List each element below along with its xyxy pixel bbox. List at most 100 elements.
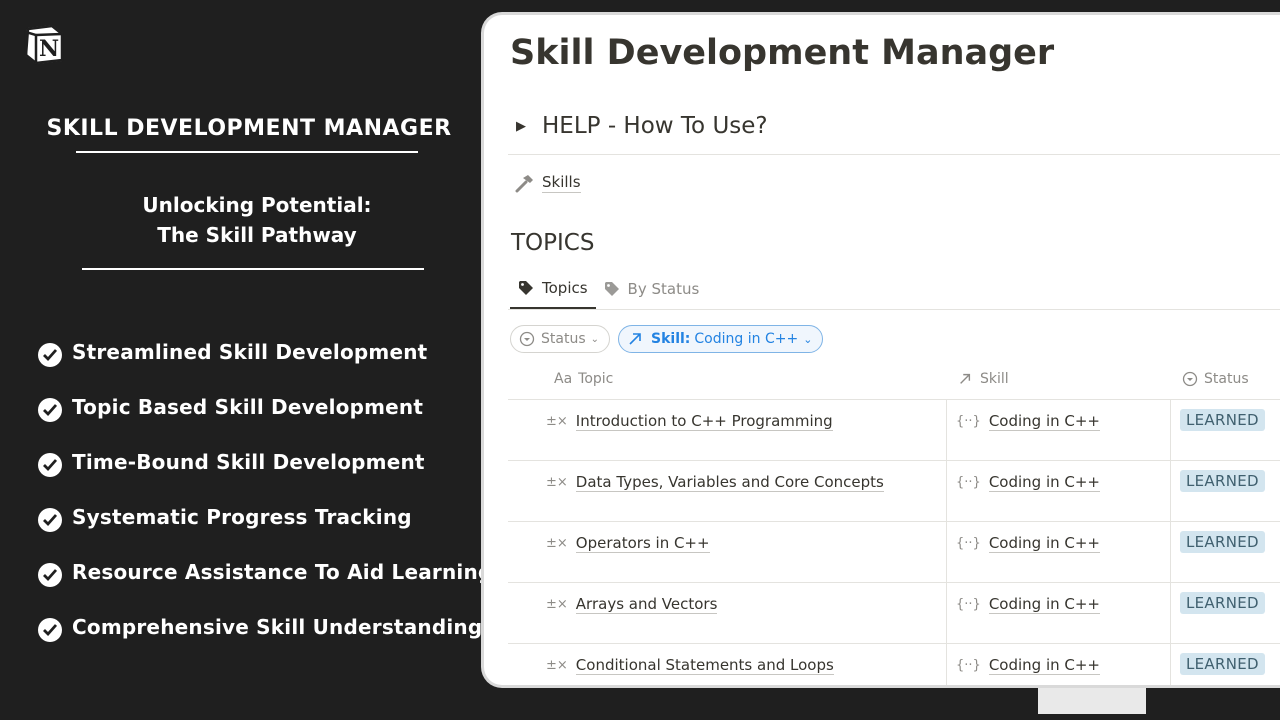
topic-cell[interactable]: ±× Operators in C++ bbox=[546, 534, 710, 553]
skill-cell[interactable]: {··} Coding in C++ bbox=[956, 656, 1101, 675]
status-circle-icon bbox=[519, 331, 535, 347]
skills-link-label: Skills bbox=[542, 173, 581, 193]
status-circle-icon bbox=[1182, 371, 1198, 387]
skill-filter-key: Skill: bbox=[651, 331, 691, 347]
skill-name: Coding in C++ bbox=[988, 473, 1101, 492]
title-divider bbox=[76, 151, 418, 153]
chevron-down-icon: ⌄ bbox=[590, 333, 600, 345]
hammer-icon bbox=[515, 175, 533, 193]
status-filter[interactable]: Status ⌄ bbox=[510, 325, 611, 353]
tab-by-status[interactable]: By Status bbox=[596, 277, 708, 309]
feature-label: Topic Based Skill Development bbox=[72, 395, 424, 419]
relation-arrow-icon bbox=[629, 333, 641, 345]
feature-item: Topic Based Skill Development bbox=[38, 395, 492, 450]
status-badge[interactable]: LEARNED bbox=[1180, 409, 1265, 431]
check-circle-icon bbox=[38, 618, 62, 642]
code-braces-icon: {··} bbox=[956, 536, 981, 551]
feature-label: Streamlined Skill Development bbox=[72, 340, 428, 364]
code-braces-icon: {··} bbox=[956, 658, 981, 673]
formula-icon: ±× bbox=[546, 414, 568, 429]
column-header-label: Status bbox=[1204, 371, 1249, 387]
topic-cell[interactable]: ±× Arrays and Vectors bbox=[546, 595, 718, 614]
status-filter-label: Status bbox=[541, 331, 586, 347]
status-badge[interactable]: LEARNED bbox=[1180, 653, 1265, 675]
skill-filter-value: Coding in C++ bbox=[694, 331, 799, 347]
feature-item: Comprehensive Skill Understanding bbox=[38, 615, 492, 670]
column-header-label: Skill bbox=[980, 371, 1009, 387]
feature-label: Comprehensive Skill Understanding bbox=[72, 615, 483, 639]
svg-text:N: N bbox=[39, 36, 59, 62]
check-circle-icon bbox=[38, 508, 62, 532]
formula-icon: ±× bbox=[546, 597, 568, 612]
topic-title: Introduction to C++ Programming bbox=[575, 412, 833, 431]
table-row[interactable]: ±× Operators in C++ {··} Coding in C++ LEA… bbox=[484, 522, 1280, 583]
table-row[interactable]: ±× Arrays and Vectors {··} Coding in C++ L… bbox=[484, 583, 1280, 644]
code-braces-icon: {··} bbox=[956, 414, 981, 429]
check-circle-icon bbox=[38, 398, 62, 422]
topic-title: Arrays and Vectors bbox=[575, 595, 718, 614]
column-header-status[interactable]: Status bbox=[1182, 371, 1249, 387]
table-row[interactable]: ±× Conditional Statements and Loops {··} C… bbox=[484, 644, 1280, 685]
feature-label: Resource Assistance To Aid Learning bbox=[72, 560, 493, 584]
tab-label: By Status bbox=[627, 280, 700, 298]
feature-list: Streamlined Skill Development Topic Base… bbox=[38, 340, 492, 670]
topic-title: Conditional Statements and Loops bbox=[575, 656, 834, 675]
topic-cell[interactable]: ±× Conditional Statements and Loops bbox=[546, 656, 834, 675]
formula-icon: ±× bbox=[546, 658, 568, 673]
check-circle-icon bbox=[38, 453, 62, 477]
page-divider bbox=[508, 154, 1280, 155]
filter-bar: Status ⌄ Skill: Coding in C++ ⌄ bbox=[510, 325, 831, 353]
skill-cell[interactable]: {··} Coding in C++ bbox=[956, 534, 1101, 553]
skill-name: Coding in C++ bbox=[988, 595, 1101, 614]
notion-logo-icon: N bbox=[24, 24, 64, 65]
feature-item: Systematic Progress Tracking bbox=[38, 505, 492, 560]
column-header-skill[interactable]: Skill bbox=[958, 371, 1009, 387]
status-badge[interactable]: LEARNED bbox=[1180, 470, 1265, 492]
topic-title: Operators in C++ bbox=[575, 534, 710, 553]
topic-cell[interactable]: ±× Data Types, Variables and Core Concept… bbox=[546, 473, 884, 492]
skill-cell[interactable]: {··} Coding in C++ bbox=[956, 412, 1101, 431]
tagline-line-2: The Skill Pathway bbox=[157, 223, 357, 247]
skill-cell[interactable]: {··} Coding in C++ bbox=[956, 595, 1101, 614]
app-screenshot: Skill Development Manager ▶ HELP - How To… bbox=[484, 15, 1280, 685]
topic-cell[interactable]: ±× Introduction to C++ Programming bbox=[546, 412, 833, 431]
check-circle-icon bbox=[38, 563, 62, 587]
toggle-triangle-icon[interactable]: ▶ bbox=[516, 119, 526, 134]
code-braces-icon: {··} bbox=[956, 475, 981, 490]
chevron-down-icon: ⌄ bbox=[803, 332, 813, 346]
promo-tagline: Unlocking Potential: The Skill Pathway bbox=[44, 190, 470, 250]
feature-label: Systematic Progress Tracking bbox=[72, 505, 412, 529]
skill-filter[interactable]: Skill: Coding in C++ ⌄ bbox=[618, 325, 824, 353]
tabs-divider bbox=[508, 309, 1280, 310]
feature-label: Time-Bound Skill Development bbox=[72, 450, 425, 474]
skill-name: Coding in C++ bbox=[988, 412, 1101, 431]
tab-label: Topics bbox=[542, 279, 588, 297]
column-header-topic[interactable]: Aa Topic bbox=[554, 371, 613, 387]
feature-item: Time-Bound Skill Development bbox=[38, 450, 492, 505]
code-braces-icon: {··} bbox=[956, 597, 981, 612]
tab-topics[interactable]: Topics bbox=[510, 277, 596, 309]
status-badge[interactable]: LEARNED bbox=[1180, 531, 1265, 553]
column-header-label: Topic bbox=[578, 371, 614, 387]
skill-name: Coding in C++ bbox=[988, 656, 1101, 675]
skills-page-link[interactable]: Skills bbox=[514, 173, 581, 193]
page-title: Skill Development Manager bbox=[510, 33, 1055, 73]
help-toggle-label: HELP - How To Use? bbox=[542, 113, 768, 139]
skill-cell[interactable]: {··} Coding in C++ bbox=[956, 473, 1101, 492]
promo-title: SKILL DEVELOPMENT MANAGER bbox=[46, 116, 452, 141]
section-heading: TOPICS bbox=[511, 230, 595, 256]
title-property-icon: Aa bbox=[554, 371, 573, 387]
status-badge[interactable]: LEARNED bbox=[1180, 592, 1265, 614]
table-row[interactable]: ±× Introduction to C++ Programming {··} Co… bbox=[484, 400, 1280, 461]
skill-name: Coding in C++ bbox=[988, 534, 1101, 553]
feature-item: Resource Assistance To Aid Learning bbox=[38, 560, 492, 615]
tagline-line-1: Unlocking Potential: bbox=[142, 193, 372, 217]
help-toggle[interactable]: ▶ HELP - How To Use? bbox=[516, 113, 768, 139]
formula-icon: ±× bbox=[546, 475, 568, 490]
tag-icon bbox=[519, 281, 533, 295]
formula-icon: ±× bbox=[546, 536, 568, 551]
table-row[interactable]: ±× Data Types, Variables and Core Concept… bbox=[484, 461, 1280, 522]
relation-arrow-icon bbox=[960, 373, 971, 384]
check-circle-icon bbox=[38, 343, 62, 367]
monitor-stand bbox=[1038, 688, 1146, 714]
